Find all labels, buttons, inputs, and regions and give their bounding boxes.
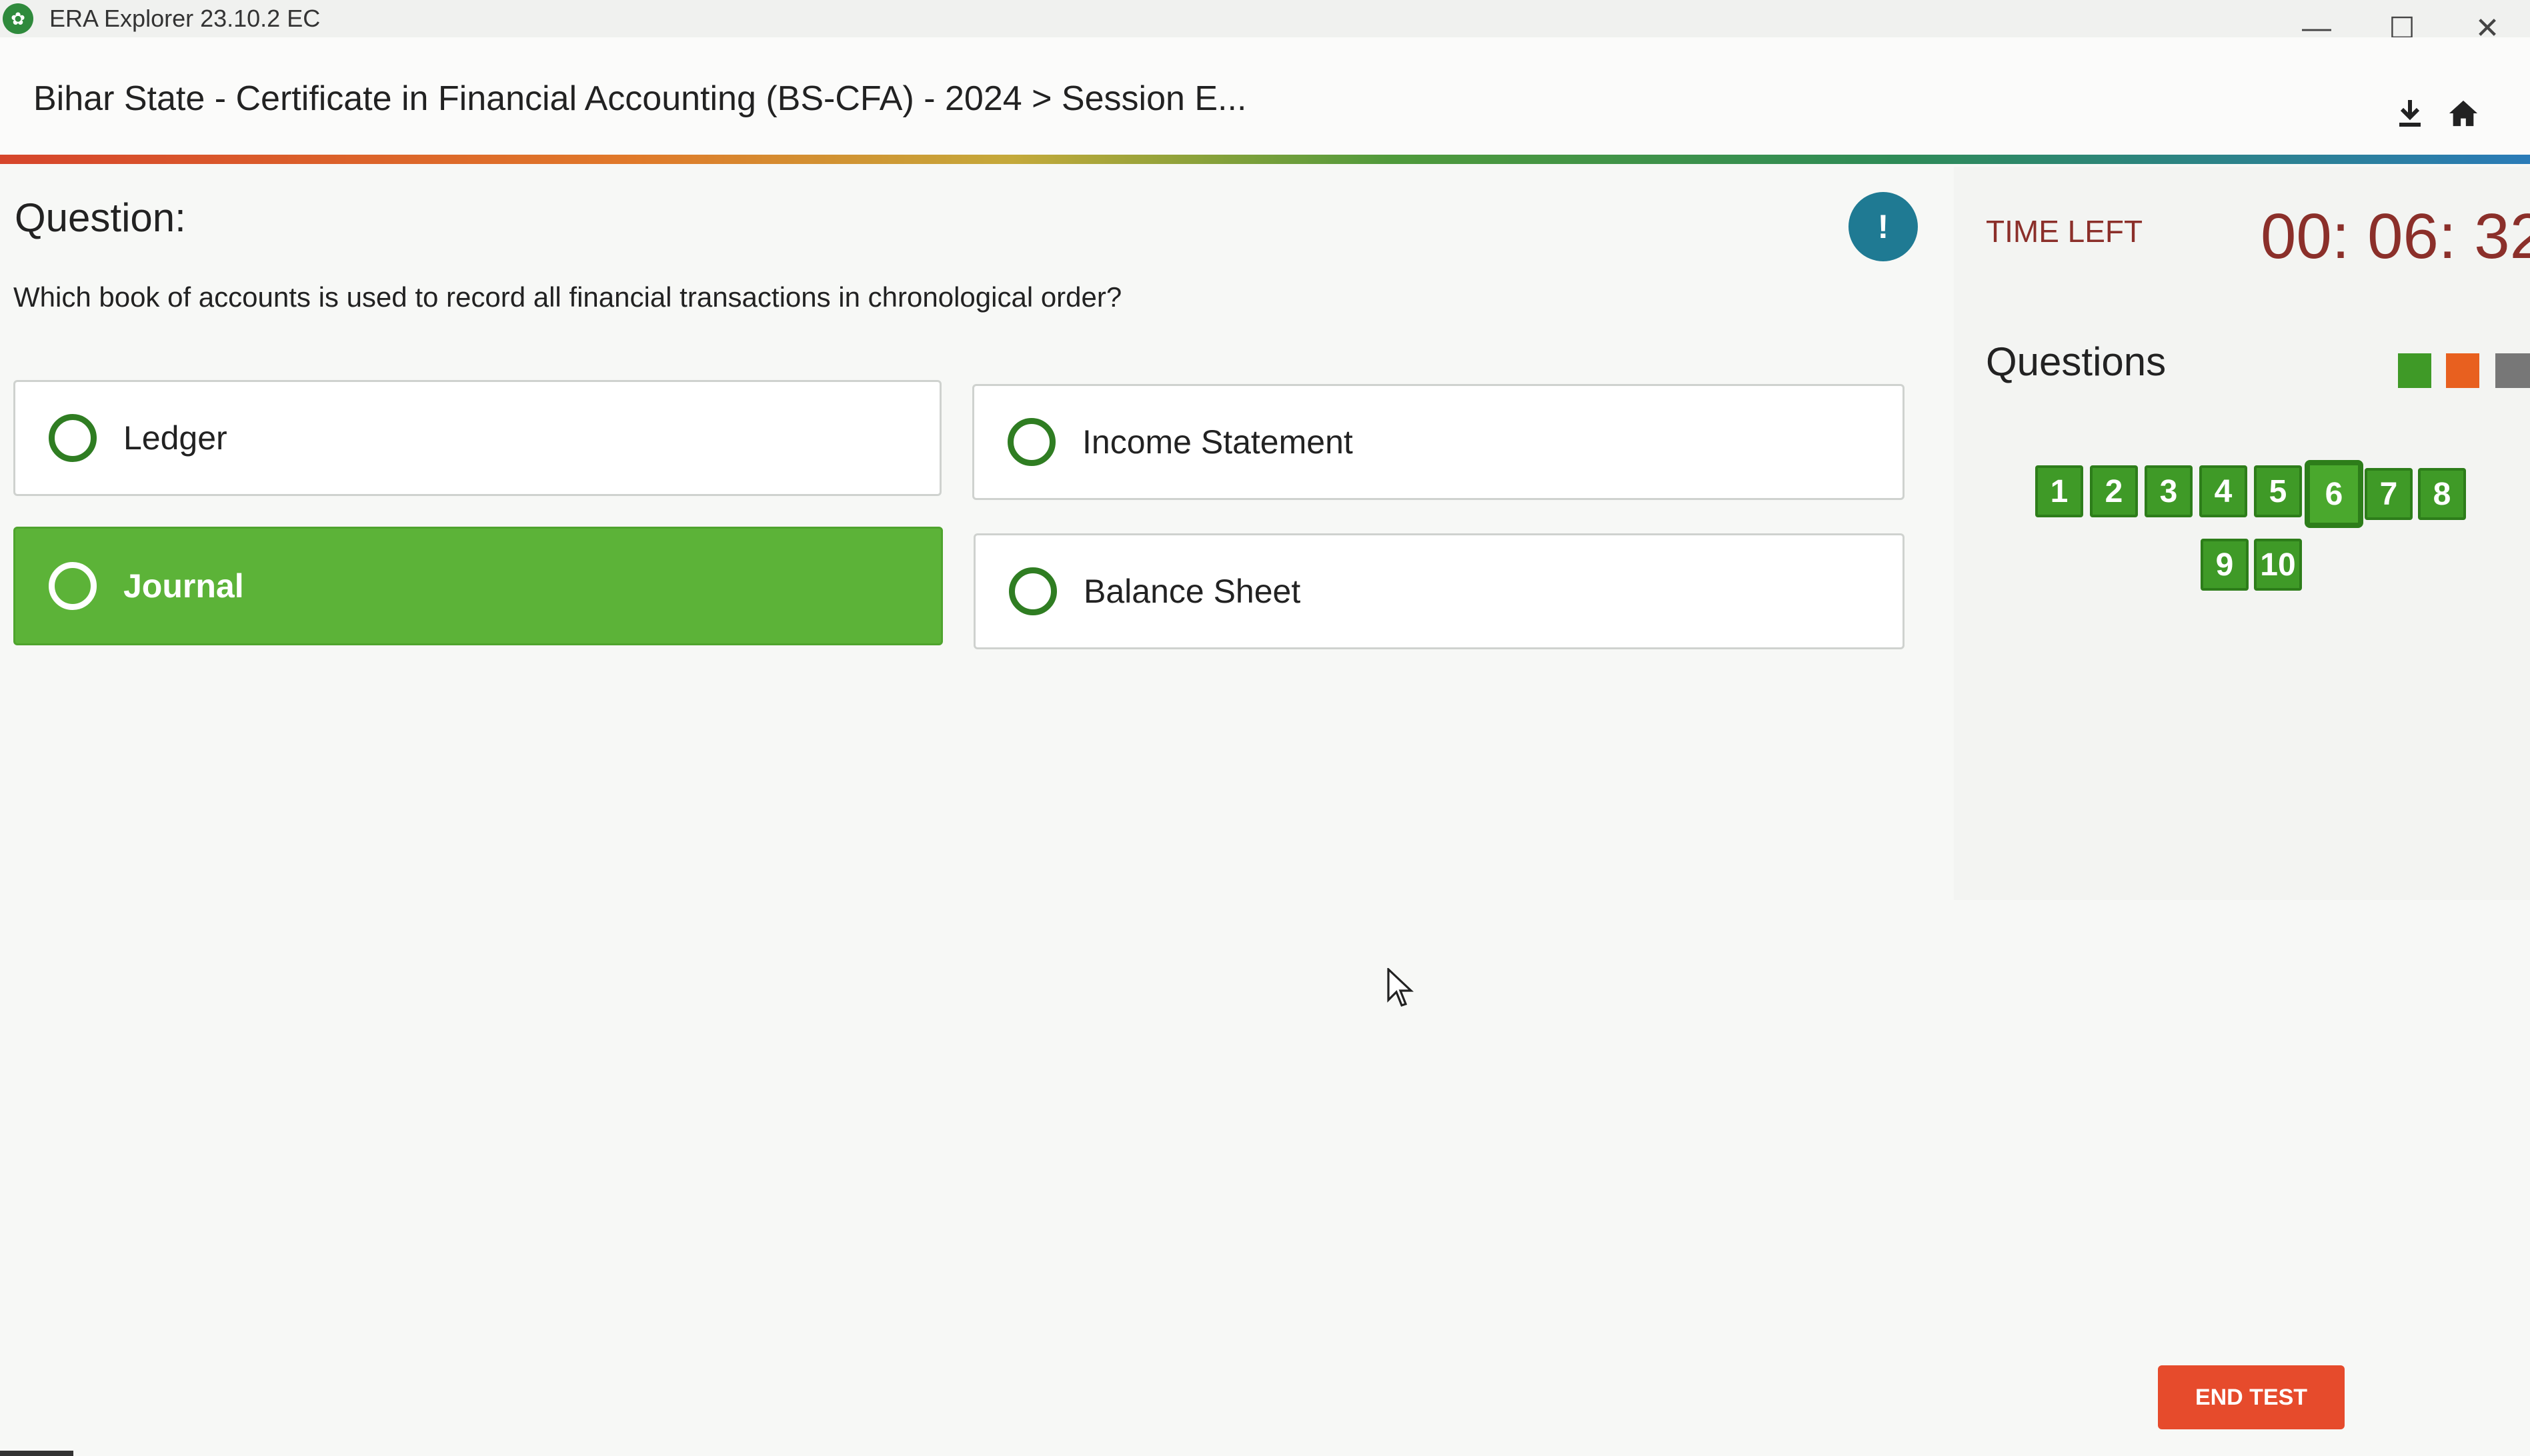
app-logo-icon: ✿ <box>3 3 33 34</box>
mouse-cursor-icon <box>1387 968 1414 1007</box>
end-test-button[interactable]: END TEST <box>2158 1365 2345 1429</box>
questions-title: Questions <box>1986 339 2167 384</box>
question-number-7[interactable]: 7 <box>2365 468 2413 520</box>
question-number-10[interactable]: 10 <box>2254 539 2302 591</box>
download-icon-glyph <box>2399 100 2421 127</box>
option-ledger[interactable]: Ledger <box>13 380 942 496</box>
download-icon[interactable] <box>2390 93 2430 133</box>
question-number-8[interactable]: 8 <box>2418 468 2466 520</box>
question-number-5[interactable]: 5 <box>2254 465 2302 517</box>
header-divider <box>0 155 2530 164</box>
legend-not-visited-icon <box>2495 353 2530 388</box>
radio-selected-icon[interactable] <box>49 562 97 610</box>
home-icon[interactable] <box>2443 93 2483 133</box>
option-income-statement[interactable]: Income Statement <box>972 384 1905 500</box>
option-label: Journal <box>123 567 244 605</box>
option-label: Balance Sheet <box>1084 573 1301 610</box>
timer-value: 00: 06: 32 <box>2261 201 2530 272</box>
app-title: ERA Explorer 23.10.2 EC <box>49 5 321 32</box>
question-number-6[interactable]: 6 <box>2307 463 2361 525</box>
question-number-4[interactable]: 4 <box>2199 465 2247 517</box>
radio-icon[interactable] <box>49 414 97 462</box>
info-icon[interactable]: ! <box>1848 192 1918 261</box>
legend-not-answered-icon <box>2446 353 2479 388</box>
option-journal[interactable]: Journal <box>13 527 943 645</box>
taskbar-edge <box>0 1451 73 1456</box>
title-bar: ✿ ERA Explorer 23.10.2 EC — ☐ ✕ <box>0 0 2530 45</box>
radio-icon[interactable] <box>1009 567 1057 615</box>
question-heading: Question: <box>15 195 186 240</box>
legend-answered-icon <box>2398 353 2431 388</box>
exam-header: Bihar State - Certificate in Financial A… <box>0 37 2530 157</box>
question-text: Which book of accounts is used to record… <box>13 281 1122 313</box>
question-number-2[interactable]: 2 <box>2090 465 2138 517</box>
option-label: Ledger <box>123 419 227 457</box>
option-balance-sheet[interactable]: Balance Sheet <box>974 533 1905 649</box>
question-number-9[interactable]: 9 <box>2201 539 2249 591</box>
side-panel <box>1954 167 2530 900</box>
radio-icon[interactable] <box>1008 418 1056 466</box>
question-number-3[interactable]: 3 <box>2145 465 2193 517</box>
home-icon-glyph <box>2449 100 2478 127</box>
exam-window: ✿ ERA Explorer 23.10.2 EC — ☐ ✕ Bihar St… <box>0 0 2530 1456</box>
option-label: Income Statement <box>1082 423 1353 461</box>
breadcrumb: Bihar State - Certificate in Financial A… <box>33 79 1247 118</box>
question-number-1[interactable]: 1 <box>2035 465 2083 517</box>
time-left-label: TIME LEFT <box>1986 214 2143 249</box>
